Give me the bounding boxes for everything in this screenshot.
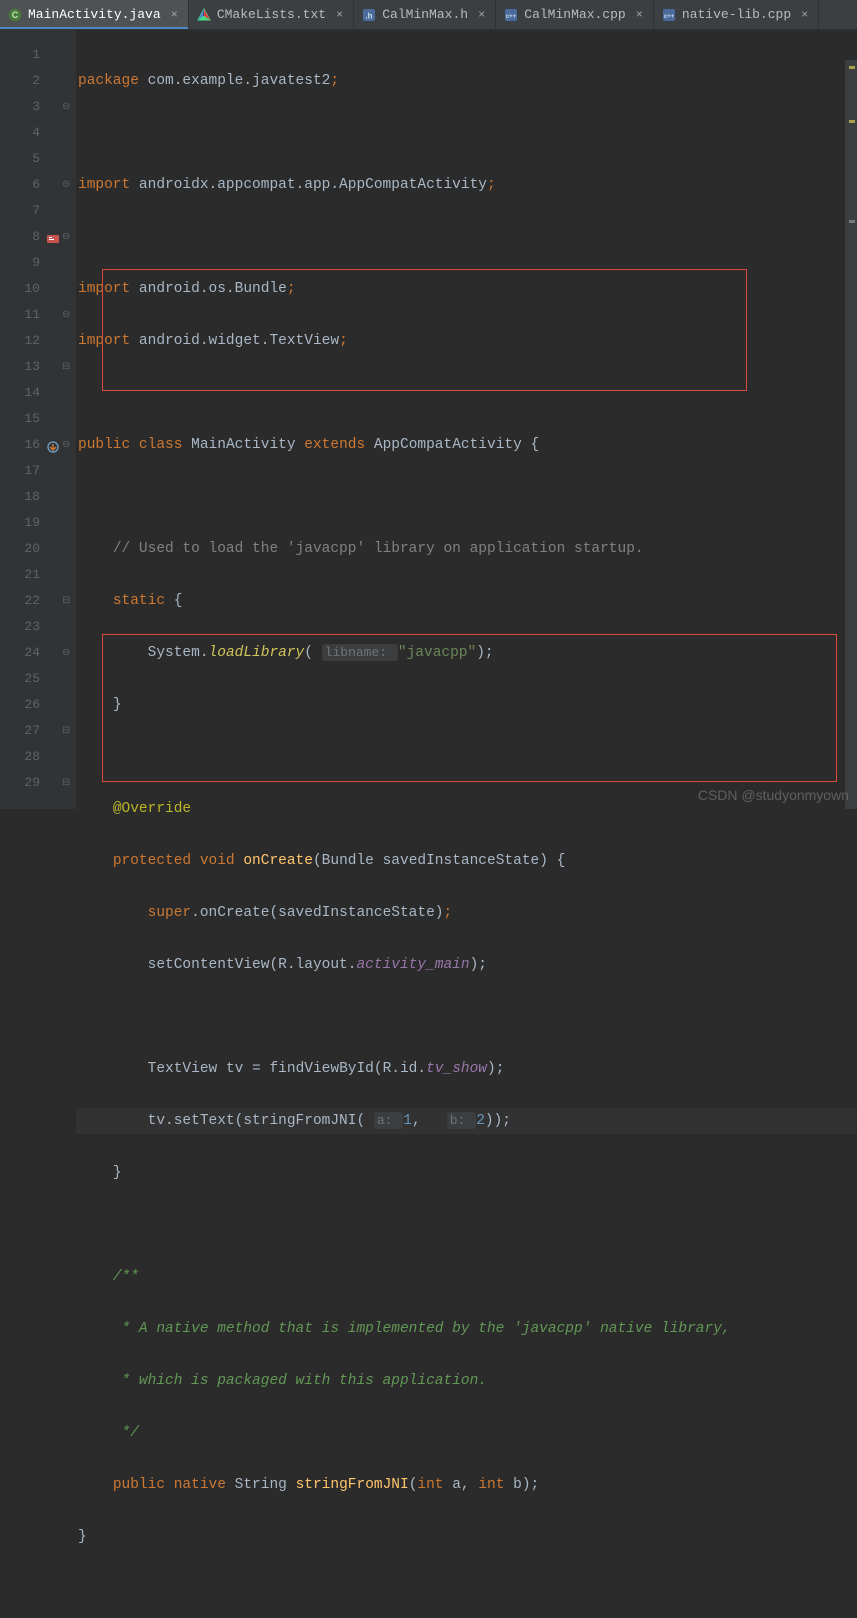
tab-cmakelists[interactable]: CMakeLists.txt × — [189, 0, 354, 29]
tab-label: MainActivity.java — [28, 7, 161, 22]
tab-calminmax-cpp[interactable]: c++ CalMinMax.cpp × — [496, 0, 654, 29]
cpp-file-icon: c++ — [662, 8, 676, 22]
fold-icon[interactable]: ⊟ — [62, 595, 70, 607]
h-file-icon: .h — [362, 8, 376, 22]
class-icon: C — [8, 8, 22, 22]
watermark: CSDN @studyonmyown — [698, 787, 849, 803]
close-icon[interactable]: × — [478, 8, 485, 22]
scrollbar[interactable] — [845, 60, 857, 809]
fold-icon[interactable]: ⊖ — [62, 309, 70, 321]
related-problem-icon — [46, 230, 60, 244]
code-area[interactable]: package com.example.javatest2; import an… — [76, 30, 857, 809]
tab-calminmax-h[interactable]: .h CalMinMax.h × — [354, 0, 496, 29]
svg-text:C: C — [12, 10, 19, 20]
tab-label: CalMinMax.h — [382, 7, 468, 22]
fold-icon[interactable]: ⊖ — [62, 647, 70, 659]
close-icon[interactable]: × — [636, 8, 643, 22]
close-icon[interactable]: × — [336, 8, 343, 22]
fold-icon[interactable]: ⊟ — [62, 777, 70, 789]
editor[interactable]: 1234567 8 9101112131415 16 1718192021222… — [0, 30, 857, 809]
tab-label: CalMinMax.cpp — [524, 7, 625, 22]
line-number-gutter: 1234567 8 9101112131415 16 1718192021222… — [0, 30, 62, 809]
close-icon[interactable]: × — [171, 8, 178, 22]
fold-icon[interactable]: ⊟ — [62, 361, 70, 373]
close-icon[interactable]: × — [801, 8, 808, 22]
tab-label: CMakeLists.txt — [217, 7, 326, 22]
svg-text:c++: c++ — [664, 14, 675, 20]
tab-mainactivity[interactable]: C MainActivity.java × — [0, 0, 189, 29]
override-icon[interactable] — [46, 438, 60, 452]
current-line: tv.setText(stringFromJNI( a: 1, b: 2)); — [76, 1108, 857, 1134]
fold-icon[interactable]: ⊟ — [62, 725, 70, 737]
editor-tabs: C MainActivity.java × CMakeLists.txt × .… — [0, 0, 857, 30]
tab-nativelib-cpp[interactable]: c++ native-lib.cpp × — [654, 0, 819, 29]
cpp-file-icon: c++ — [504, 8, 518, 22]
svg-text:c++: c++ — [506, 14, 517, 20]
cmake-icon — [197, 8, 211, 22]
tab-label: native-lib.cpp — [682, 7, 791, 22]
fold-icon[interactable]: ⊖ — [62, 101, 70, 113]
fold-icon[interactable]: ⊖ — [62, 439, 70, 451]
fold-icon[interactable]: ⊖ — [62, 179, 70, 191]
svg-text:.h: .h — [366, 11, 373, 20]
fold-icon[interactable]: ⊖ — [62, 231, 70, 243]
fold-gutter: ⊖ ⊖ ⊖ ⊖ ⊟ ⊖ ⊟ ⊖ ⊟ ⊟ — [62, 30, 76, 809]
